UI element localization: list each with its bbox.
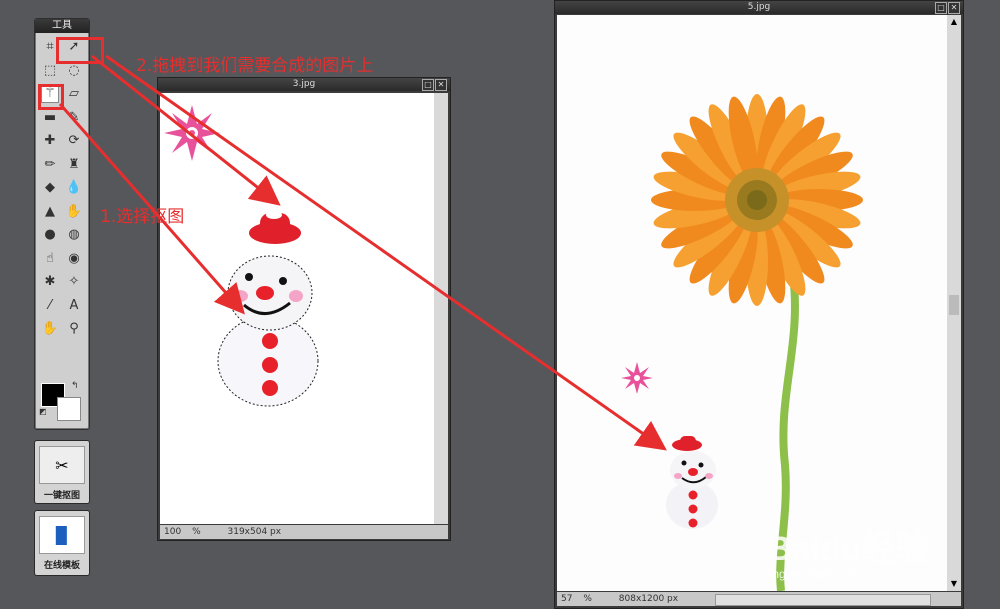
- annotation-arrows: [58, 54, 667, 451]
- arrow-to-snowman-hat: [91, 54, 281, 206]
- arrow-to-small-snowman: [58, 103, 245, 315]
